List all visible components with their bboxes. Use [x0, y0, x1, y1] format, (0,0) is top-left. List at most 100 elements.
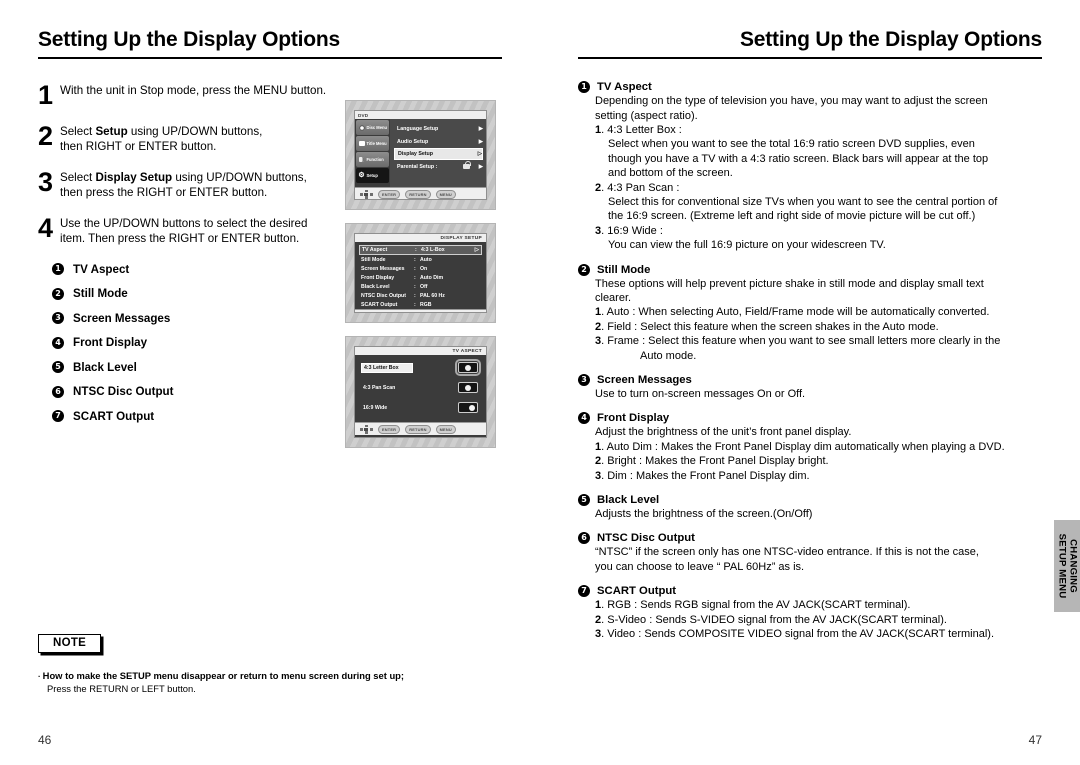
section-heading: 2 Still Mode — [578, 263, 1042, 276]
list-number: 1 — [595, 599, 602, 612]
list-number: 2 — [595, 181, 602, 194]
osd3-enter-button: ENTER — [378, 424, 401, 434]
dpad-icon — [359, 189, 373, 199]
side-tab-line-1: CHANGING — [1067, 539, 1079, 593]
osd2-setting-value: PAL 60 Hz — [420, 292, 445, 299]
section-heading: 7 SCART Output — [578, 585, 1042, 598]
circled-number-icon: 4 — [578, 412, 590, 425]
header-rule — [38, 57, 502, 60]
osd3-option-row: 4:3 Letter Box — [361, 359, 481, 377]
osd3-return-button: RETURN — [405, 424, 431, 434]
list-number: 1 — [595, 123, 602, 136]
feature-label: Front Display — [73, 336, 148, 350]
osd2-setting-name: SCART Output — [361, 301, 398, 308]
osd3-radio-indicator — [458, 382, 478, 394]
section-heading: 6 NTSC Disc Output — [578, 532, 1042, 545]
osd1-menu-item-label: Display Setup — [398, 151, 434, 157]
side-tab-changing-setup-menu: CHANGING SETUP MENU — [1054, 520, 1080, 612]
title-icon — [358, 140, 365, 147]
osd2-setting-row: Front Display: Auto Dim — [359, 273, 482, 282]
section-title: Black Level — [597, 494, 660, 507]
description-section: 1 TV Aspect Depending on the type of telev… — [578, 81, 1042, 252]
feature-label: Screen Messages — [73, 311, 171, 325]
section-line: Use to turn on-screen messages On or Off… — [595, 388, 806, 400]
step-number: 3 — [38, 166, 54, 197]
chevron-right-icon: ▷ — [474, 247, 479, 254]
circled-number-icon: 4 — [52, 336, 64, 349]
osd1-menu-item-label: Language Setup — [397, 125, 439, 132]
osd-screenshot-display-setup: DISPLAY SETUP TV Aspect:4:3 L-Box ▷ Still … — [345, 223, 496, 323]
circled-number-icon: 6 — [52, 385, 64, 398]
osd2-enter-button: ENTER — [378, 311, 401, 312]
section-heading: 1 TV Aspect — [578, 81, 1042, 94]
right-page: Setting Up the Display Options 1 TV Aspec… — [540, 0, 1080, 765]
osd2-setting-row: TV Aspect:4:3 L-Box ▷ — [359, 245, 482, 256]
note-block: NOTE · How to make the SETUP menu disappe… — [38, 633, 488, 694]
left-page: Setting Up the Display Options 1 With the… — [0, 0, 540, 765]
right-page-header: Setting Up the Display Options — [578, 0, 1042, 60]
steps-list: 1 With the unit in Stop mode, press the M… — [38, 81, 338, 247]
circled-number-icon: 3 — [52, 312, 64, 325]
step-number: 4 — [38, 212, 54, 243]
page-number-left: 46 — [38, 733, 52, 747]
osd3-radio-indicator — [458, 402, 478, 414]
osd1-menu-button: MENU — [435, 189, 456, 199]
list-number: 3 — [595, 628, 602, 641]
list-number: 1 — [595, 306, 602, 319]
osd2-setting-name: Still Mode — [361, 256, 386, 263]
step-item: 1 With the unit in Stop mode, press the M… — [38, 81, 338, 109]
step-item: 4 Use the UP/DOWN buttons to select the d… — [38, 214, 338, 247]
osd3-options-list: 4:3 Letter Box 4:3 Pan Scan 16:9 Wide — [355, 355, 486, 414]
osd2-setting-value: Auto — [420, 256, 432, 263]
side-tab-line-2: SETUP MENU — [1056, 533, 1068, 599]
osd1-footer: ENTER RETURN MENU — [355, 187, 486, 199]
section-line: Adjust the brightness of the unit’s fron… — [595, 426, 852, 439]
osd2-setting-row: Black Level: Off — [359, 282, 482, 291]
osd2-setting-value: On — [420, 265, 428, 272]
osd3-title: TV ASPECT — [355, 347, 486, 356]
section-heading: 5 Black Level — [578, 494, 1042, 507]
right-page-sections: 1 TV Aspect Depending on the type of telev… — [578, 81, 1042, 641]
section-title: NTSC Disc Output — [597, 532, 695, 545]
osd2-setting-row: SCART Output: RGB — [359, 300, 482, 309]
chevron-right-icon: ▶ — [478, 163, 483, 170]
description-section: 4 Front Display Adjust the brightness of t… — [578, 412, 1042, 483]
osd2-setting-name: Black Level — [361, 283, 390, 290]
section-line: and bottom of the screen. — [608, 167, 733, 180]
osd3-menu-button: MENU — [435, 424, 456, 434]
description-section: 5 Black Level Adjusts the brightness of th… — [578, 494, 1042, 521]
list-number: 2 — [595, 455, 602, 468]
circled-number-icon: 2 — [578, 263, 590, 276]
section-line: the 16:9 screen. (Extreme left and right… — [608, 210, 976, 223]
section-line: 2. Bright : Makes the Front Panel Displa… — [595, 455, 829, 468]
feature-label: NTSC Disc Output — [73, 385, 174, 399]
circled-number-icon: 5 — [52, 361, 64, 374]
circled-number-icon: 3 — [578, 374, 590, 386]
osd3-option-row: 4:3 Pan Scan — [361, 382, 478, 394]
osd2-setting-name: NTSC Disc Output — [361, 292, 406, 299]
osd2-setting-value: Auto Dim — [420, 274, 444, 281]
lock-icon — [462, 161, 471, 169]
osd-screenshot-column: DVD Disc Menu Title Menu Function ⚙ Setup La… — [345, 100, 500, 461]
list-number: 3 — [595, 224, 602, 237]
chevron-right-icon: ▶ — [478, 138, 483, 145]
radio-dot-icon — [465, 364, 471, 371]
note-line-1-text: How to make the SETUP menu disappear or … — [42, 670, 405, 681]
section-line: clearer. — [595, 291, 632, 304]
osd1-menu-item-label: Parental Setup : — [397, 163, 438, 170]
section-heading: 4 Front Display — [578, 412, 1042, 425]
circled-number-icon: 5 — [578, 494, 590, 507]
osd1-side-button: ⚙ Setup — [356, 168, 389, 183]
gear-icon: ⚙ — [358, 172, 365, 179]
step-text: Select Display Setup using UP/DOWN butto… — [60, 170, 307, 200]
osd1-menu-item: Language Setup ▶ — [394, 122, 483, 135]
section-line: 2. S-Video : Sends S-VIDEO signal from t… — [595, 613, 947, 626]
osd1-side-buttons: Disc Menu Title Menu Function ⚙ Setup — [355, 119, 390, 187]
note-line-2: Press the RETURN or LEFT button. — [47, 683, 196, 694]
osd1-side-button-label: Disc Menu — [366, 125, 387, 130]
section-line: 2. 4:3 Pan Scan : — [595, 181, 680, 194]
osd3-option-label: 16:9 Wide — [363, 404, 388, 411]
osd2-settings-list: TV Aspect:4:3 L-Box ▷ Still Mode: Auto Scree… — [355, 242, 486, 309]
section-line: 3. Dim : Makes the Front Panel Display d… — [595, 469, 810, 482]
circled-number-icon: 1 — [578, 81, 590, 94]
